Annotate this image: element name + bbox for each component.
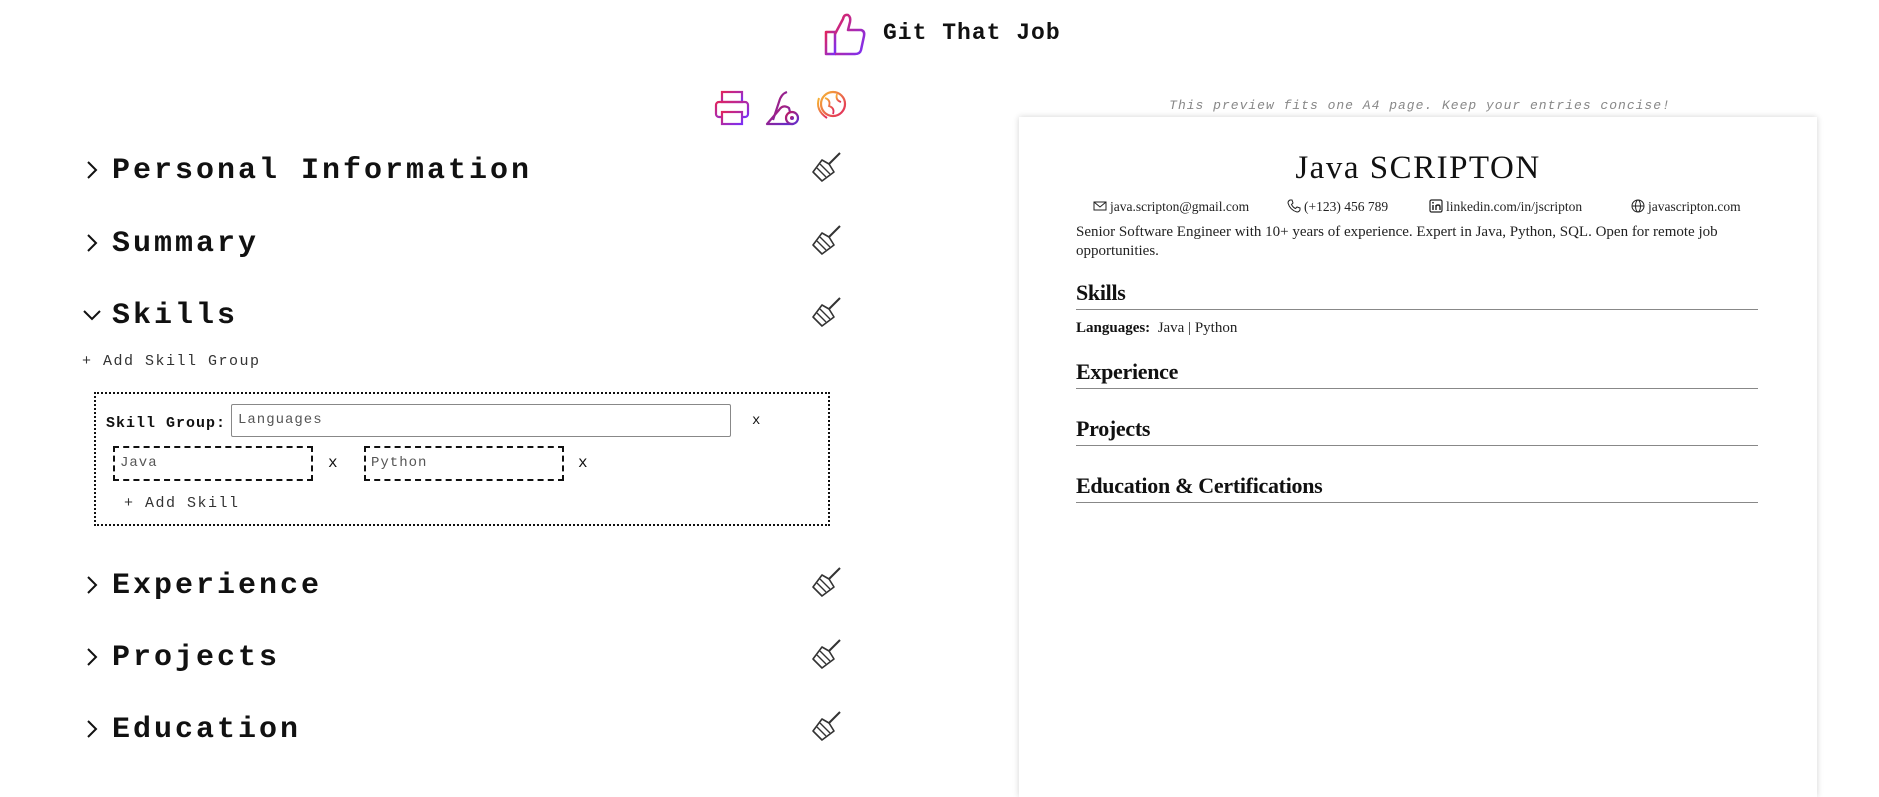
contact-email: java.scripton@gmail.com bbox=[1093, 199, 1249, 215]
skill-input[interactable]: Python bbox=[364, 446, 564, 481]
remove-skill-button[interactable]: x bbox=[578, 454, 588, 472]
broom-icon[interactable] bbox=[810, 709, 844, 743]
section-experience[interactable]: Experience bbox=[80, 565, 850, 609]
resume-skill-label: Languages: bbox=[1076, 320, 1151, 336]
chevron-right-icon bbox=[87, 648, 98, 666]
skill-group-label: Skill Group: bbox=[106, 415, 227, 432]
remove-skill-button[interactable]: x bbox=[328, 454, 338, 472]
contact-website: javascripton.com bbox=[1631, 199, 1741, 215]
section-projects[interactable]: Projects bbox=[80, 637, 850, 681]
mail-icon bbox=[1093, 201, 1107, 211]
print-button[interactable] bbox=[712, 88, 752, 128]
section-title: Education bbox=[112, 713, 302, 747]
chevron-right-icon bbox=[87, 161, 98, 179]
skill-group-input[interactable]: Languages bbox=[231, 404, 731, 437]
printer-icon bbox=[714, 90, 750, 126]
section-title: Summary bbox=[112, 227, 260, 261]
skill-input[interactable]: Java bbox=[113, 446, 313, 481]
section-skills[interactable]: Skills bbox=[80, 295, 850, 339]
app-header: Git That Job bbox=[0, 0, 1879, 70]
resume-skill-row: Languages: Java | Python bbox=[1076, 320, 1237, 337]
section-personal-information[interactable]: Personal Information bbox=[80, 150, 850, 194]
broom-icon[interactable] bbox=[810, 295, 844, 329]
resume-name: Java SCRIPTON bbox=[1295, 150, 1541, 186]
chevron-right-icon bbox=[87, 234, 98, 252]
linkedin-icon bbox=[1429, 199, 1443, 213]
vacuum-icon bbox=[765, 90, 800, 126]
globe-icon bbox=[817, 90, 847, 126]
broom-icon[interactable] bbox=[810, 150, 844, 184]
chevron-right-icon bbox=[87, 720, 98, 738]
globe-icon bbox=[1631, 199, 1645, 213]
section-title: Personal Information bbox=[112, 154, 533, 188]
section-title: Skills bbox=[112, 299, 239, 333]
remove-skill-group-button[interactable]: x bbox=[752, 413, 760, 429]
section-summary[interactable]: Summary bbox=[80, 223, 850, 267]
chevron-right-icon bbox=[87, 576, 98, 594]
section-title: Projects bbox=[112, 641, 281, 675]
add-skill-group-button[interactable]: + Add Skill Group bbox=[82, 353, 261, 370]
resume-skill-values: Java | Python bbox=[1157, 320, 1238, 336]
section-title: Experience bbox=[112, 569, 323, 603]
chevron-down-icon bbox=[83, 310, 101, 321]
section-education[interactable]: Education bbox=[80, 709, 850, 753]
skill-group-card: Skill Group: Languages x Java x Python x… bbox=[94, 392, 830, 526]
phone-icon bbox=[1287, 199, 1301, 213]
contact-phone: (+123) 456 789 bbox=[1287, 199, 1388, 215]
resume-heading-projects: Projects bbox=[1076, 416, 1758, 446]
broom-icon[interactable] bbox=[810, 223, 844, 257]
contact-linkedin: linkedin.com/in/jscripton bbox=[1429, 199, 1582, 215]
thumbs-up-icon bbox=[824, 13, 866, 56]
resume-heading-education: Education & Certifications bbox=[1076, 473, 1758, 503]
app-title: Git That Job bbox=[883, 20, 1061, 46]
resume-heading-skills: Skills bbox=[1076, 280, 1758, 310]
resume-summary: Senior Software Engineer with 10+ years … bbox=[1076, 224, 1718, 259]
add-skill-button[interactable]: + Add Skill bbox=[124, 495, 240, 512]
broom-icon[interactable] bbox=[810, 637, 844, 671]
preview-note: This preview fits one A4 page. Keep your… bbox=[1169, 98, 1671, 113]
resume-preview: Java SCRIPTON java.scripton@gmail.com (+… bbox=[1019, 117, 1817, 797]
broom-icon[interactable] bbox=[810, 565, 844, 599]
toolbar bbox=[708, 88, 848, 128]
clear-all-button[interactable] bbox=[763, 88, 803, 128]
language-button[interactable] bbox=[813, 88, 853, 128]
resume-heading-experience: Experience bbox=[1076, 359, 1758, 389]
